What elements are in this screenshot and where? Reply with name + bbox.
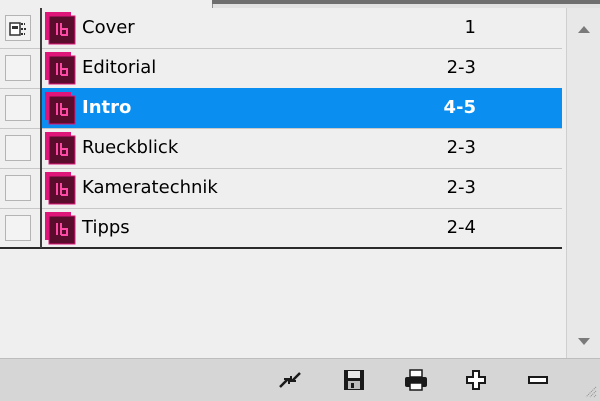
indesign-document-icon [45, 132, 76, 165]
style-source-checkbox[interactable] [5, 95, 31, 121]
add-document-button[interactable] [462, 367, 490, 393]
document-name: Kameratechnik [82, 177, 218, 198]
plus-icon [466, 370, 486, 390]
document-name: Cover [82, 17, 135, 38]
column-separator [40, 88, 42, 128]
print-button[interactable] [402, 367, 430, 393]
indesign-document-icon [45, 212, 76, 245]
style-source-checkbox[interactable] [5, 135, 31, 161]
style-source-checkbox[interactable] [5, 15, 31, 41]
indesign-document-icon [45, 52, 76, 85]
column-separator [40, 168, 42, 208]
style-source-checkbox[interactable] [5, 215, 31, 241]
style-source-checkbox[interactable] [5, 55, 31, 81]
column-separator [40, 48, 42, 88]
column-separator [40, 128, 42, 168]
document-page-range: 2-3 [446, 57, 476, 78]
document-page-range: 1 [464, 17, 476, 38]
document-page-range: 4-5 [443, 97, 476, 118]
document-page-range: 2-3 [446, 177, 476, 198]
indesign-document-icon [45, 92, 76, 125]
document-name: Editorial [82, 57, 157, 78]
document-page-range: 2-3 [446, 137, 476, 158]
list-item[interactable]: Tipps 2-4 [0, 208, 562, 249]
panel-header-bar [212, 0, 600, 4]
document-name: Rueckblick [82, 137, 179, 158]
synchronize-button[interactable] [276, 367, 304, 393]
document-name: Intro [82, 97, 132, 118]
vertical-scrollbar[interactable] [566, 8, 600, 358]
document-page-range: 2-4 [446, 217, 476, 238]
column-separator [40, 8, 42, 48]
panel-top-strip [0, 0, 600, 8]
remove-document-button[interactable] [524, 367, 552, 393]
style-source-checkbox[interactable] [5, 175, 31, 201]
column-separator [40, 208, 42, 248]
synchronize-icon [279, 372, 301, 388]
save-icon [344, 370, 364, 390]
panel-tab[interactable] [0, 0, 213, 8]
indesign-document-icon [45, 12, 76, 45]
book-document-list: Cover 1 Editorial 2-3 Intro 4-5 Rueckbli… [0, 8, 566, 358]
list-item-selected[interactable]: Intro 4-5 [0, 88, 562, 129]
indesign-document-icon [45, 172, 76, 205]
resize-grip-icon[interactable] [584, 385, 598, 399]
scroll-up-icon[interactable] [578, 26, 590, 33]
list-item[interactable]: Rueckblick 2-3 [0, 128, 562, 169]
print-icon [405, 369, 427, 391]
save-button[interactable] [340, 367, 368, 393]
minus-icon [528, 376, 548, 384]
list-item[interactable]: Editorial 2-3 [0, 48, 562, 89]
scroll-down-icon[interactable] [578, 338, 590, 345]
list-item[interactable]: Cover 1 [0, 8, 562, 49]
document-name: Tipps [82, 217, 130, 238]
style-source-icon [9, 22, 27, 36]
panel-toolbar [0, 358, 600, 401]
list-item[interactable]: Kameratechnik 2-3 [0, 168, 562, 209]
